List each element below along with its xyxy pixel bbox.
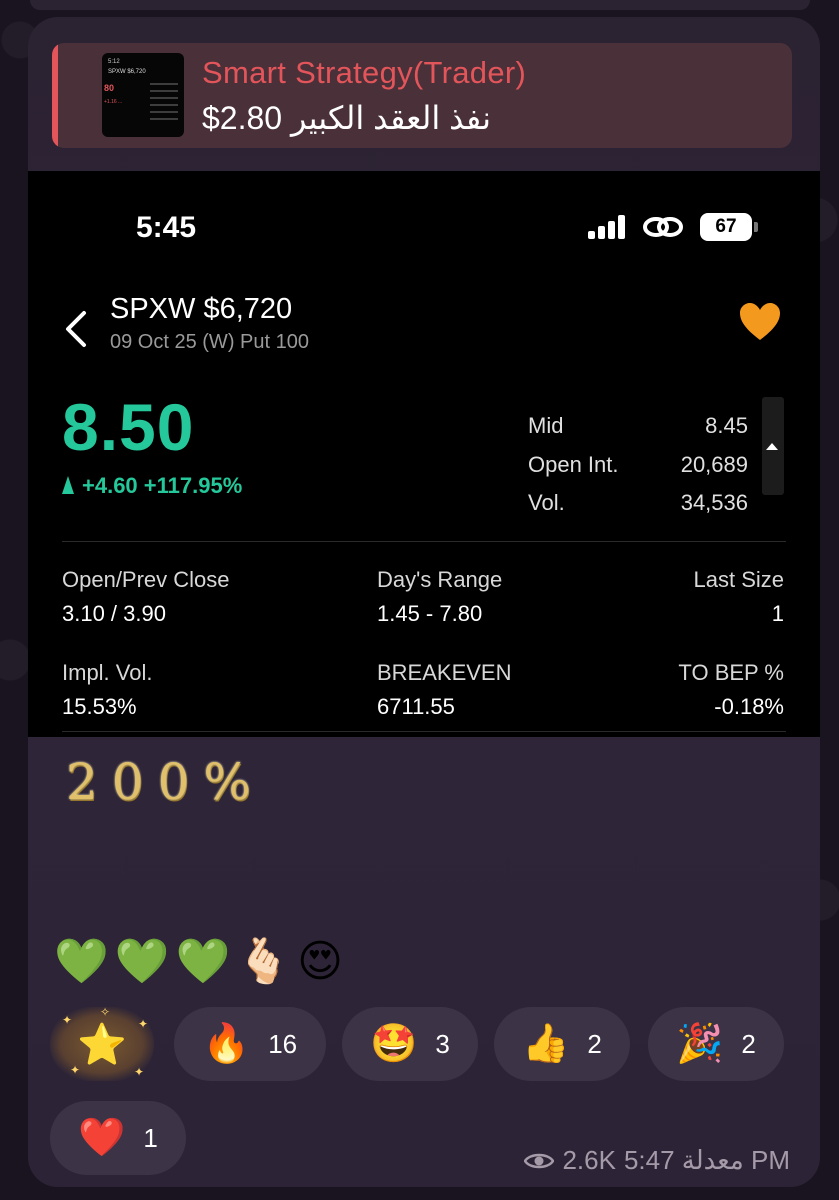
- divider: [62, 541, 786, 542]
- reaction-count: 2: [587, 1028, 602, 1059]
- back-chevron-icon[interactable]: [64, 309, 88, 349]
- reaction-count: 2: [741, 1028, 756, 1059]
- up-arrow-icon: [62, 476, 74, 494]
- last-price: 8.50: [62, 390, 195, 464]
- days-range-value: 1.45 - 7.80: [377, 601, 483, 626]
- to-bep-label: TO BEP %: [678, 660, 784, 685]
- previous-message-edge: [30, 0, 810, 10]
- reply-thumbnail: 5:12 SPXW $6,720 80 +1.16 ...: [102, 53, 184, 137]
- last-size-label: Last Size: [693, 567, 785, 592]
- open-int-value: 20,689: [680, 452, 748, 477]
- thumb-time: 5:12: [108, 59, 120, 65]
- fire-icon: 🔥: [202, 1023, 251, 1065]
- link-icon: [643, 217, 683, 237]
- signal-icon: [588, 215, 632, 239]
- sparkle-icon: ✦: [62, 1013, 73, 1027]
- last-size-value: 1: [771, 601, 784, 626]
- to-bep-value: -0.18%: [714, 694, 784, 719]
- reaction-party[interactable]: 🎉 2: [648, 1007, 784, 1081]
- thumb-price: 80: [104, 83, 115, 93]
- reaction-star-struck[interactable]: 🤩 3: [342, 1007, 478, 1081]
- message-meta: 2.6K 5:47 معدلة PM: [524, 1145, 790, 1176]
- vol-value: 34,536: [680, 490, 748, 515]
- mid-label: Mid: [528, 413, 564, 438]
- price-change-text: +4.60 +117.95%: [82, 473, 243, 498]
- breakeven-value: 6711.55: [377, 694, 455, 719]
- open-int-label: Open Int.: [528, 452, 619, 477]
- price-change: +4.60 +117.95%: [62, 473, 242, 499]
- scroll-up-icon[interactable]: [766, 443, 778, 450]
- divider: [62, 731, 786, 732]
- symbol-title: SPXW $6,720: [110, 293, 293, 325]
- reaction-heart[interactable]: ❤️ 1: [50, 1101, 186, 1175]
- favorite-heart-icon[interactable]: [738, 301, 782, 343]
- breakeven-label: BREAKEVEN: [377, 660, 512, 685]
- message-bubble[interactable]: 5:12 SPXW $6,720 80 +1.16 ... Smart Stra…: [28, 17, 820, 1187]
- star-icon: ⭐: [77, 1022, 127, 1067]
- message-time: 5:47 معدلة PM: [623, 1145, 790, 1175]
- sparkle-icon: ✦: [138, 1017, 149, 1031]
- reply-accent-bar: [52, 43, 58, 148]
- reaction-count: 1: [143, 1122, 158, 1153]
- star-struck-icon: 🤩: [370, 1023, 418, 1065]
- thumb-change: +1.16 ...: [104, 99, 123, 105]
- days-range-label: Day's Range: [377, 567, 503, 592]
- battery-tip: [754, 222, 758, 232]
- view-count: 2.6K: [562, 1145, 616, 1175]
- reply-text: نفذ العقد الكبير 2.80$: [202, 100, 491, 136]
- gold-percent-text: 200%: [66, 753, 265, 811]
- impl-vol-label: Impl. Vol.: [62, 660, 153, 685]
- vol-label: Vol.: [528, 490, 565, 515]
- thumbs-up-icon: 👍: [522, 1023, 570, 1065]
- reaction-count: 16: [268, 1028, 298, 1059]
- status-time: 5:45: [136, 211, 197, 244]
- paid-star-reaction[interactable]: ⭐ ✦ ✦ ✦ ✦ ✧: [50, 1005, 154, 1081]
- party-popper-icon: 🎉: [676, 1023, 724, 1065]
- reaction-thumbs-up[interactable]: 👍 2: [494, 1007, 630, 1081]
- impl-vol-value: 15.53%: [62, 694, 137, 719]
- red-heart-icon: ❤️: [78, 1117, 126, 1159]
- thumb-symbol: SPXW $6,720: [108, 69, 146, 75]
- reply-preview[interactable]: 5:12 SPXW $6,720 80 +1.16 ... Smart Stra…: [52, 43, 792, 148]
- contract-subtitle: 09 Oct 25 (W) Put 100: [110, 331, 309, 353]
- trade-screenshot[interactable]: 5:45 67 SPXW $6,720 09 Oct 25 (W) Put 10…: [28, 171, 820, 737]
- sparkle-icon: ✦: [70, 1063, 81, 1077]
- reaction-fire[interactable]: 🔥 16: [174, 1007, 326, 1081]
- reaction-count: 3: [435, 1028, 450, 1059]
- mid-value: 8.45: [705, 413, 748, 438]
- battery-icon: 67: [700, 213, 752, 241]
- sparkle-icon: ✧: [100, 1005, 111, 1019]
- thumb-lines: [150, 83, 178, 123]
- open-prev-value: 3.10 / 3.90: [62, 601, 166, 626]
- reply-sender: Smart Strategy(Trader): [202, 55, 527, 90]
- sparkle-icon: ✦: [134, 1065, 145, 1079]
- open-prev-label: Open/Prev Close: [62, 567, 230, 592]
- views-eye-icon: [524, 1153, 555, 1168]
- message-emojis: 💚💚💚🫰🏻😍: [54, 937, 350, 986]
